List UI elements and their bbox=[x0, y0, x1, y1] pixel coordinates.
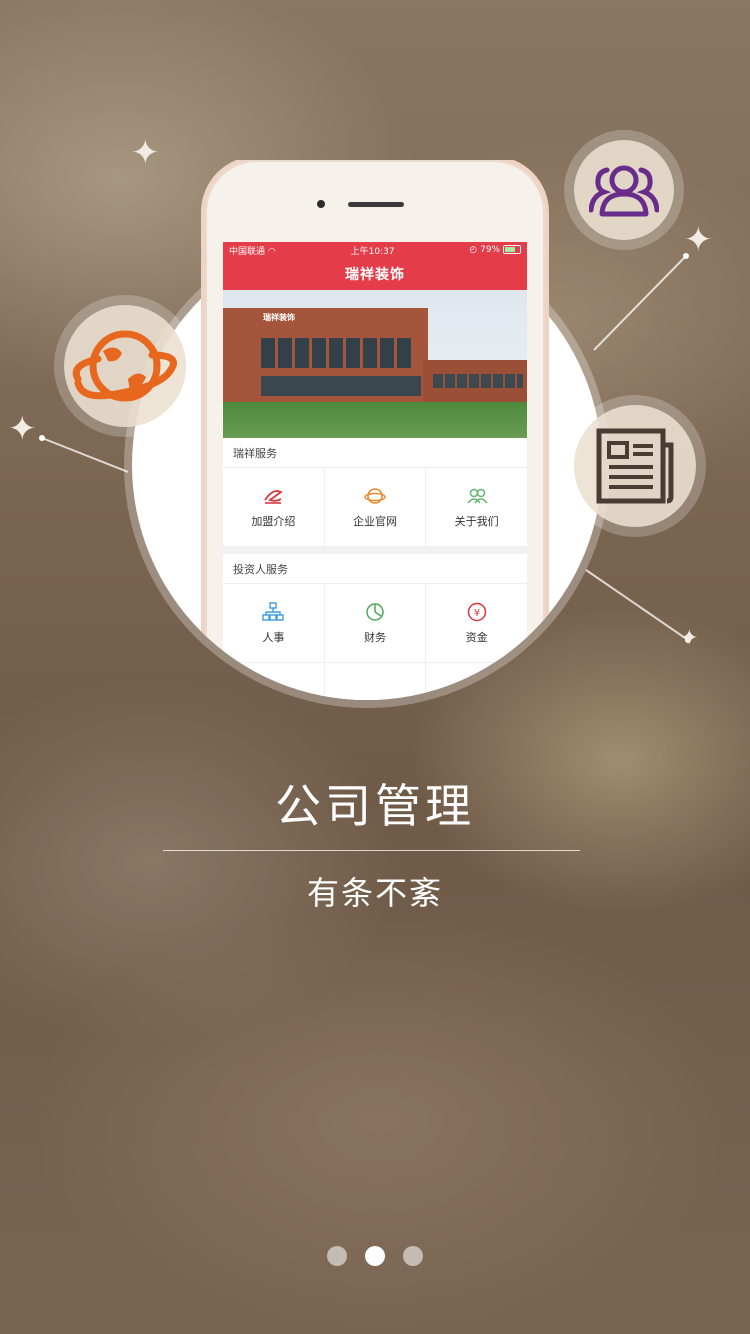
status-bar: 中国联通 ◠ 上午10:37 ◴ 79% bbox=[223, 242, 527, 258]
camera-icon bbox=[317, 200, 325, 208]
yen-icon: ¥ bbox=[466, 601, 488, 623]
section-gap bbox=[223, 547, 527, 554]
services-grid: 加盟介绍 企业官网 关于我们 bbox=[223, 468, 527, 547]
planet-icon bbox=[72, 330, 177, 402]
page-dot-1[interactable] bbox=[327, 1246, 347, 1266]
grid-item-label: 财务 bbox=[364, 631, 386, 644]
grid-item-label: 人事 bbox=[262, 631, 285, 644]
people-badge bbox=[574, 140, 674, 240]
banner-image[interactable]: 瑞祥装饰 bbox=[223, 290, 527, 438]
grid-item[interactable] bbox=[325, 663, 427, 700]
newspaper-icon bbox=[596, 428, 674, 504]
divider bbox=[163, 850, 580, 851]
grid-item-website[interactable]: 企业官网 bbox=[325, 468, 427, 546]
phone-screen: 中国联通 ◠ 上午10:37 ◴ 79% 瑞祥装饰 瑞祥装饰 瑞祥服务 加盟介绍… bbox=[223, 242, 527, 700]
wifi-icon: ◠ bbox=[267, 246, 276, 257]
svg-text:¥: ¥ bbox=[473, 608, 479, 619]
phone-frame: 中国联通 ◠ 上午10:37 ◴ 79% 瑞祥装饰 瑞祥装饰 瑞祥服务 加盟介绍… bbox=[205, 160, 545, 700]
grid-item[interactable] bbox=[426, 663, 527, 700]
grid-item-join[interactable]: 加盟介绍 bbox=[223, 468, 325, 546]
news-badge bbox=[574, 405, 696, 527]
feature-subtitle: 有条不紊 bbox=[306, 874, 443, 912]
carrier-label: 中国联通 bbox=[229, 246, 266, 257]
section-title-investors: 投资人服务 bbox=[223, 554, 527, 584]
sparkle-icon: ✦ bbox=[8, 409, 37, 449]
join-icon bbox=[262, 485, 284, 507]
pie-chart-icon bbox=[364, 601, 386, 623]
grid-item-about[interactable]: 关于我们 bbox=[426, 468, 527, 546]
investor-grid-more bbox=[223, 663, 527, 700]
battery-icon bbox=[503, 245, 521, 254]
page-dot-3[interactable] bbox=[403, 1246, 423, 1266]
banner-sign: 瑞祥装饰 bbox=[263, 313, 295, 322]
grid-item-label: 资金 bbox=[465, 631, 488, 644]
users-icon bbox=[589, 165, 659, 217]
grid-item-hr[interactable]: 人事 bbox=[223, 584, 325, 662]
grid-item-funds[interactable]: ¥ 资金 bbox=[426, 584, 527, 662]
phone-mockup: 中国联通 ◠ 上午10:37 ◴ 79% 瑞祥装饰 瑞祥装饰 瑞祥服务 加盟介绍… bbox=[132, 160, 602, 700]
status-time: 上午10:37 bbox=[350, 246, 395, 257]
app-title: 瑞祥装饰 bbox=[223, 258, 527, 290]
battery-percent: 79% bbox=[480, 245, 501, 255]
section-title-services: 瑞祥服务 bbox=[223, 438, 527, 468]
page-dot-2[interactable] bbox=[365, 1246, 385, 1266]
org-chart-icon bbox=[262, 601, 285, 623]
globe-icon bbox=[364, 485, 386, 507]
feature-title: 公司管理 bbox=[275, 779, 475, 833]
grid-item-label: 加盟介绍 bbox=[251, 515, 296, 528]
grid-item-finance[interactable]: 财务 bbox=[325, 584, 427, 662]
investor-grid: 人事 财务 ¥ 资金 bbox=[223, 584, 527, 663]
globe-badge bbox=[64, 305, 186, 427]
page-indicator bbox=[0, 1246, 750, 1266]
sparkle-icon: ✦ bbox=[680, 626, 699, 651]
speaker-icon bbox=[348, 202, 404, 207]
people-icon bbox=[466, 485, 488, 507]
grid-item-label: 企业官网 bbox=[353, 515, 397, 528]
grid-item[interactable] bbox=[223, 663, 325, 700]
grid-item-label: 关于我们 bbox=[454, 515, 499, 528]
sparkle-icon: ✦ bbox=[684, 220, 713, 260]
alarm-icon: ◴ bbox=[469, 245, 478, 255]
